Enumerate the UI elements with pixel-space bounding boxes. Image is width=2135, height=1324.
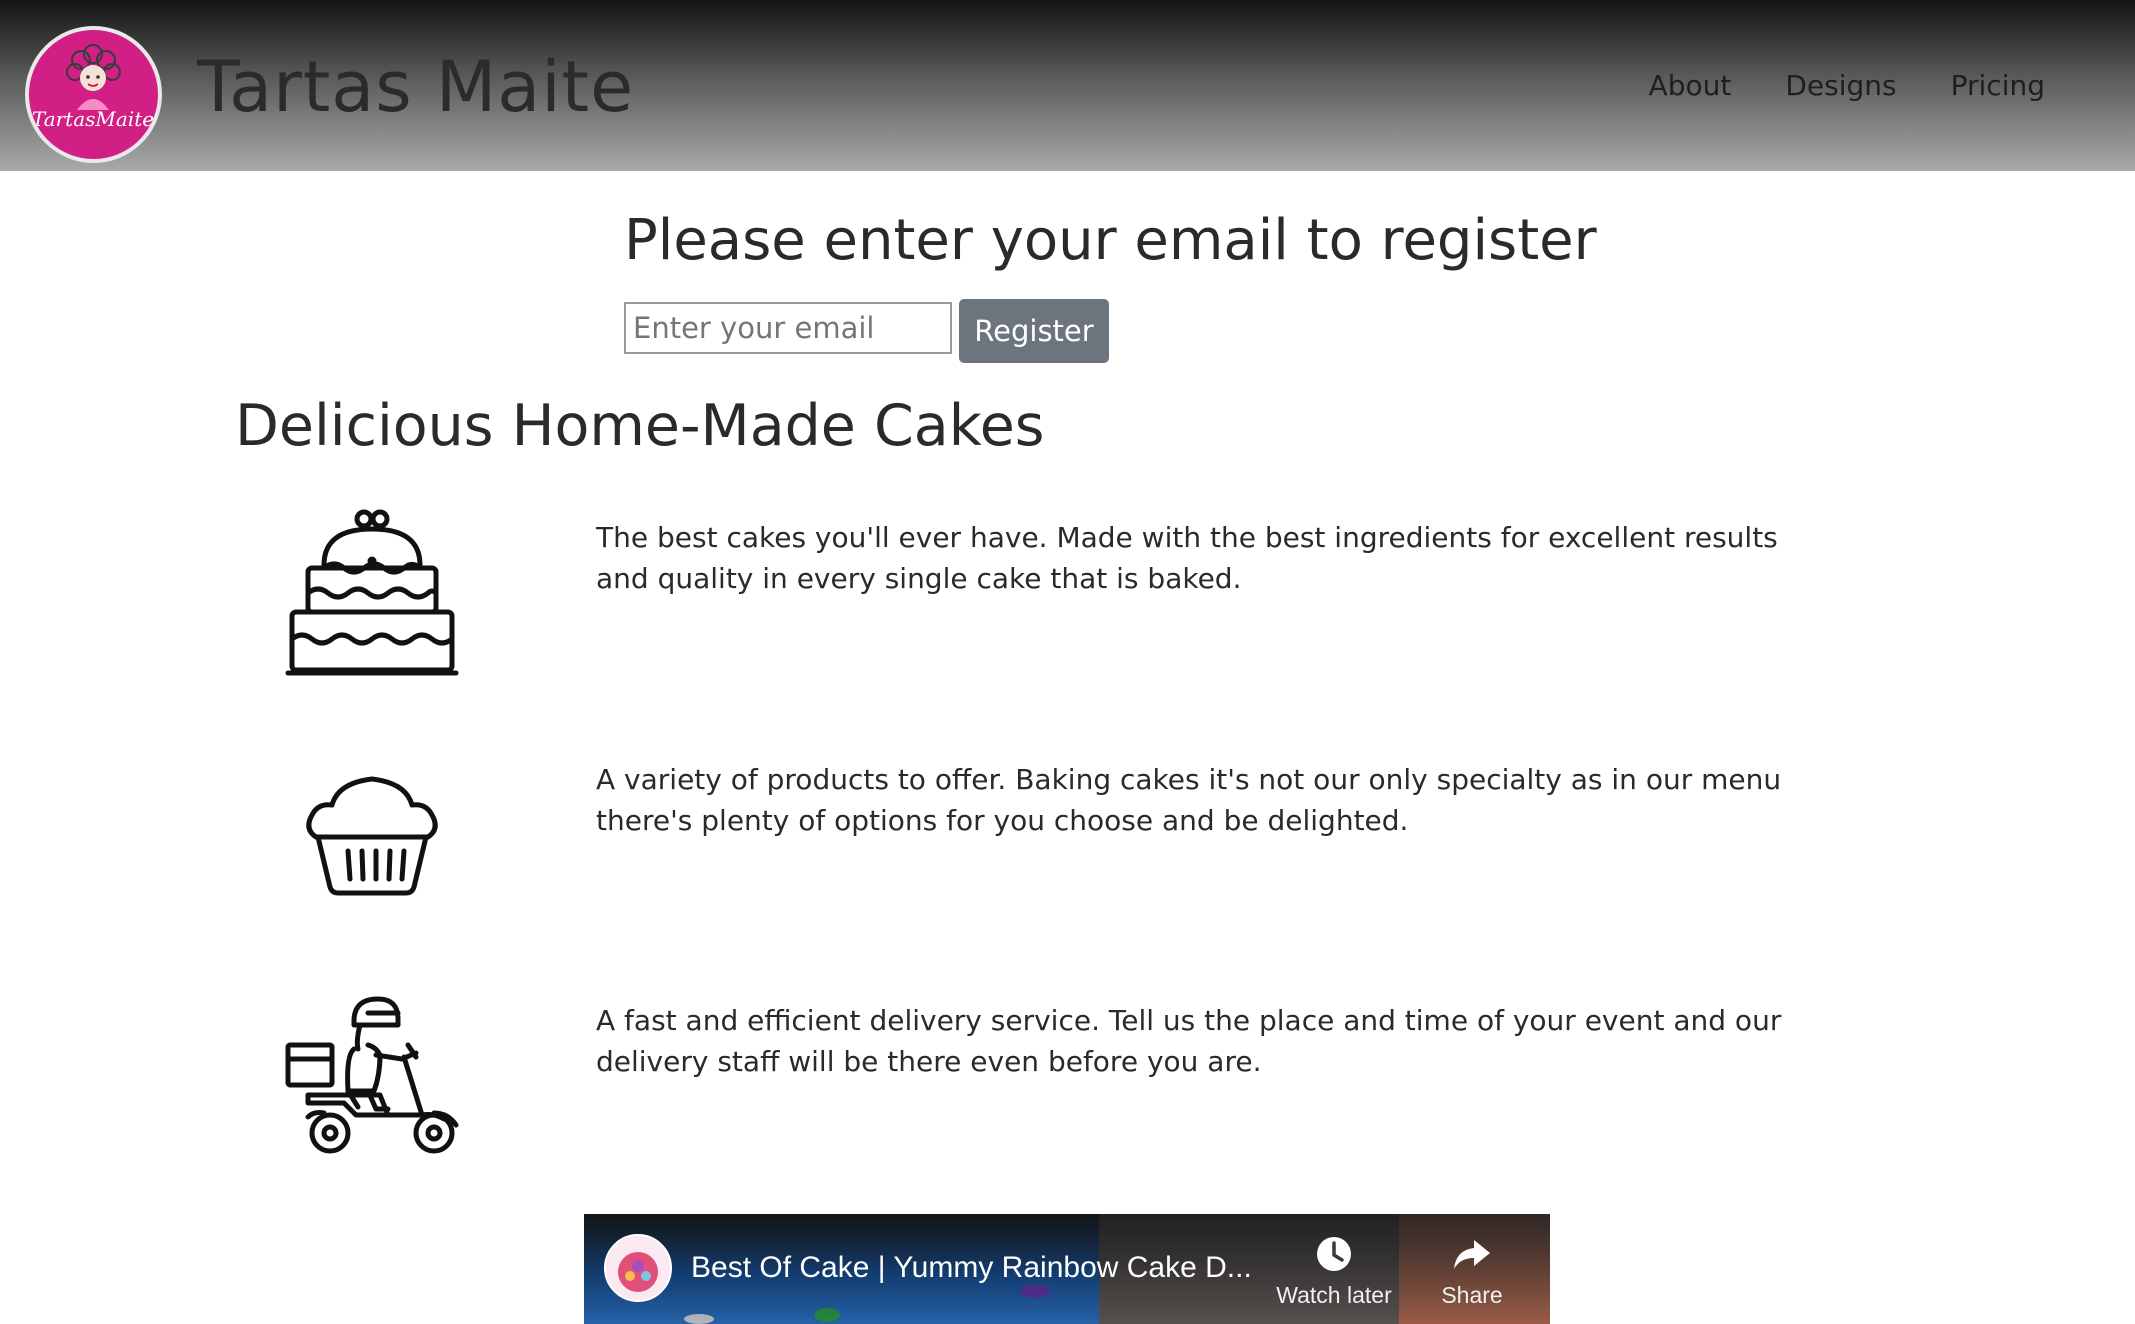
video-title[interactable]: Best Of Cake | Yummy Rainbow Cake D... [691,1248,1252,1288]
svg-text:TartasMaite: TartasMaite [32,107,154,131]
nav-link-about[interactable]: About [1622,66,1759,106]
brand-logo[interactable]: TartasMaite [25,26,162,163]
main-nav: About Designs Pricing [1622,66,2072,106]
watch-later-button[interactable]: Watch later [1274,1234,1394,1310]
channel-avatar[interactable] [604,1234,672,1302]
cake-icon [284,505,460,681]
clock-icon [1317,1237,1351,1271]
nav-link-designs[interactable]: Designs [1758,66,1923,106]
feature-text-variety: A variety of products to offer. Baking c… [596,763,1782,837]
register-button[interactable]: Register [959,299,1109,363]
watch-later-label: Watch later [1276,1282,1392,1308]
logo-illustration-icon: TartasMaite [29,30,157,158]
share-label: Share [1441,1282,1503,1308]
share-button[interactable]: Share [1412,1234,1532,1310]
feature-text-quality: The best cakes you'll ever have. Made wi… [596,521,1778,595]
delivery-scooter-icon [284,995,460,1157]
site-header: TartasMaite Tartas Maite About Designs P… [0,0,2135,171]
share-arrow-icon [1454,1240,1490,1269]
page: TartasMaite Tartas Maite About Designs P… [0,0,2135,1324]
channel-logo-icon [606,1236,670,1300]
feature-text-delivery: A fast and efficient delivery service. T… [596,1004,1782,1078]
features-heading: Delicious Home-Made Cakes [235,393,1045,459]
nav-link-pricing[interactable]: Pricing [1924,66,2072,106]
register-heading: Please enter your email to register [624,208,1597,273]
cupcake-icon [300,773,444,897]
video-embed[interactable]: Best Of Cake | Yummy Rainbow Cake D... W… [584,1214,1550,1324]
brand-name[interactable]: Tartas Maite [197,42,634,132]
email-field[interactable] [624,302,952,354]
